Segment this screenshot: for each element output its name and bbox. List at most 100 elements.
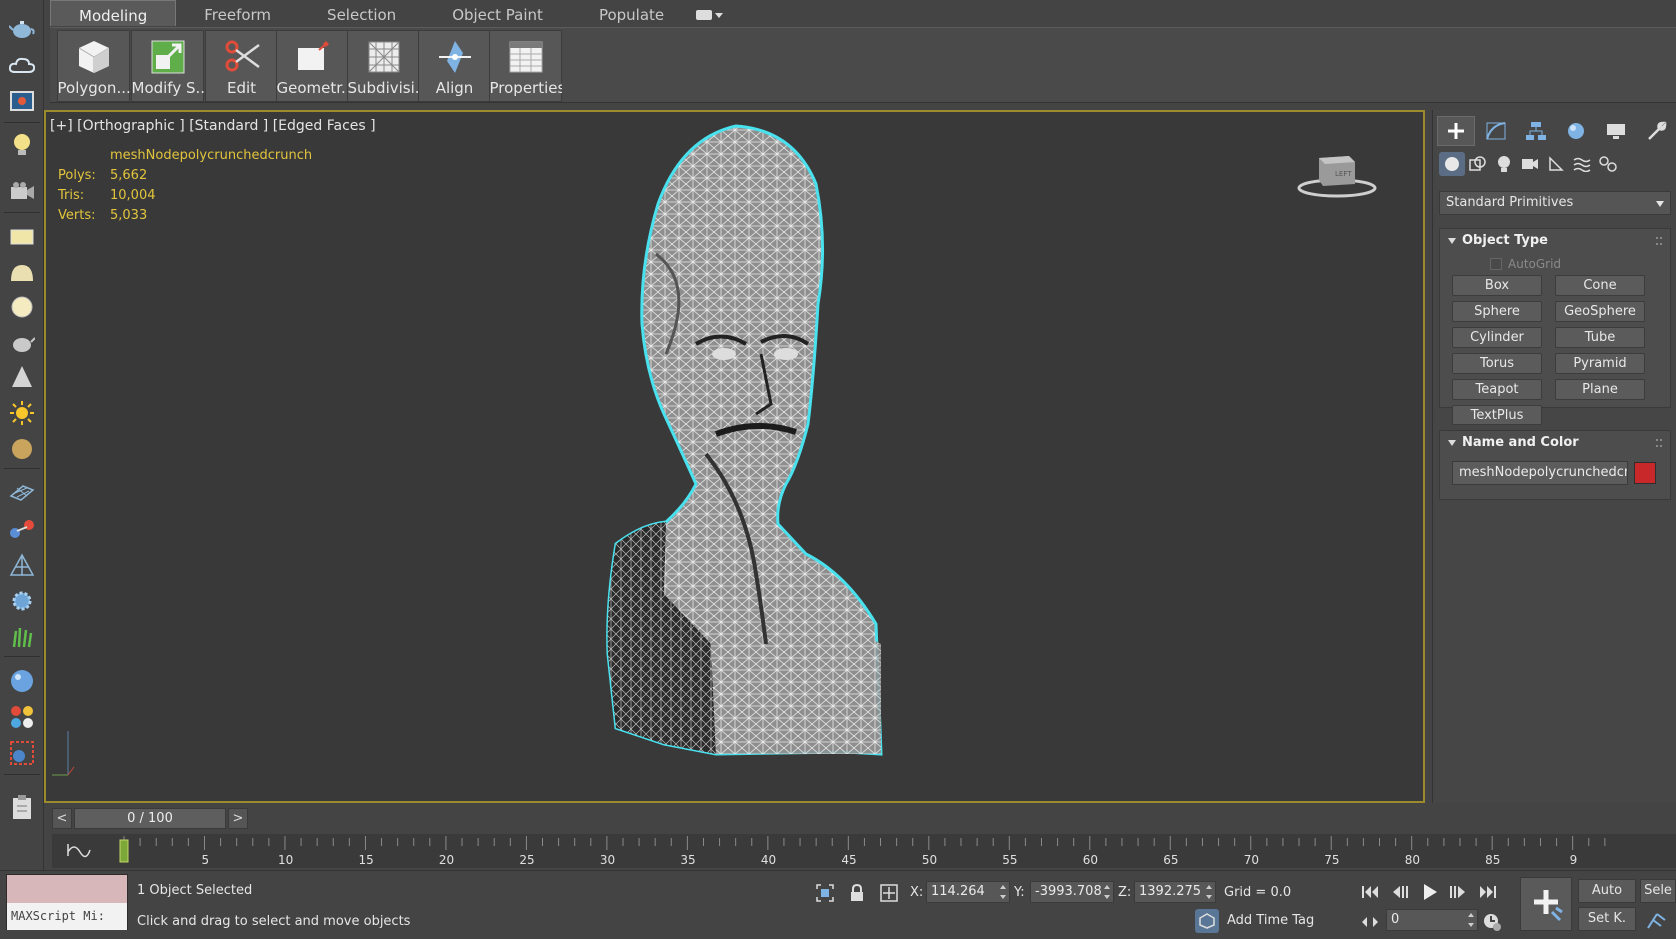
cone-button[interactable]: Cone	[1555, 275, 1645, 296]
object-name-field[interactable]: meshNodepolycrunchedcrunch	[1452, 461, 1628, 485]
current-frame-field[interactable]: 0	[1386, 909, 1478, 931]
cloud-icon[interactable]	[7, 50, 37, 80]
tube-button[interactable]: Tube	[1555, 327, 1645, 348]
time-tag-icon[interactable]	[1195, 909, 1219, 933]
go-to-end-icon[interactable]	[1476, 881, 1500, 903]
box-button[interactable]: Box	[1452, 275, 1542, 296]
drag-grip-icon[interactable]	[1656, 237, 1662, 245]
tab-modeling[interactable]: Modeling	[50, 0, 177, 26]
teapot-primitive-icon[interactable]	[7, 328, 37, 358]
category-dropdown[interactable]: Standard Primitives	[1439, 191, 1671, 215]
trackbar-ruler[interactable]: 5 10 15 20 25 30 35 40 45 50 55 60 65 70 75 80 85 9	[118, 834, 1676, 868]
tab-populate[interactable]: Populate	[571, 0, 692, 26]
display-tab-icon[interactable]	[1597, 116, 1635, 146]
render-region-icon[interactable]	[7, 738, 37, 768]
grid-mesh-icon[interactable]	[7, 478, 37, 508]
sphere-primitive-icon[interactable]	[7, 292, 37, 322]
light-bulb-icon[interactable]	[7, 130, 37, 160]
plane-primitive-icon[interactable]	[7, 222, 37, 252]
utilities-tab-icon[interactable]	[1637, 116, 1675, 146]
x-spinner-icon[interactable]	[1000, 885, 1006, 899]
previous-frame-icon[interactable]	[1388, 881, 1412, 903]
frame-spinner-icon[interactable]	[1468, 913, 1474, 927]
add-time-tag[interactable]: Add Time Tag	[1227, 913, 1314, 928]
absolute-mode-icon[interactable]	[878, 882, 900, 904]
edit-button[interactable]: Edit	[205, 30, 278, 102]
multi-material-icon[interactable]	[7, 702, 37, 732]
shapes-category-icon[interactable]	[1465, 152, 1491, 176]
sun-icon[interactable]	[7, 398, 37, 428]
y-spinner-icon[interactable]	[1104, 885, 1110, 899]
cone-primitive-icon[interactable]	[7, 362, 37, 392]
material-sphere-icon[interactable]	[7, 434, 37, 464]
systems-category-icon[interactable]	[1595, 152, 1621, 176]
modify-tab-icon[interactable]	[1477, 116, 1515, 146]
grass-icon[interactable]	[7, 622, 37, 652]
geometry-category-icon[interactable]	[1439, 152, 1465, 176]
plane-button[interactable]: Plane	[1555, 379, 1645, 400]
render-frame-icon[interactable]	[7, 86, 37, 116]
viewcube[interactable]: LEFT	[1295, 150, 1379, 198]
maxscript-output[interactable]	[7, 875, 127, 903]
maxscript-input[interactable]: MAXScript Mi:	[7, 903, 127, 930]
pyramid-button[interactable]: Pyramid	[1555, 353, 1645, 374]
hemisphere-icon[interactable]	[7, 258, 37, 288]
gear-icon[interactable]	[7, 586, 37, 616]
ribbon-options-dropdown[interactable]	[696, 4, 726, 26]
properties-button[interactable]: Properties	[489, 30, 562, 102]
trackbar[interactable]: 5 10 15 20 25 30 35 40 45 50 55 60 65 70 75 80 85 9	[52, 834, 1676, 868]
subdivision-button[interactable]: Subdivisi...	[347, 30, 420, 102]
auto-key-button[interactable]: Auto	[1578, 879, 1636, 903]
next-frame-icon[interactable]	[1446, 881, 1470, 903]
z-coordinate-field[interactable]: 1392.275	[1134, 881, 1216, 903]
cylinder-button[interactable]: Cylinder	[1452, 327, 1542, 348]
torus-button[interactable]: Torus	[1452, 353, 1542, 374]
create-tab-icon[interactable]	[1437, 116, 1475, 146]
play-icon[interactable]	[1418, 881, 1442, 903]
align-button[interactable]: Align	[418, 30, 491, 102]
autogrid-checkbox[interactable]: AutoGrid	[1490, 257, 1561, 271]
space-warps-category-icon[interactable]	[1569, 152, 1595, 176]
z-spinner-icon[interactable]	[1206, 885, 1212, 899]
set-key-button[interactable]: Set K.	[1578, 907, 1636, 931]
drag-grip-icon[interactable]	[1656, 439, 1662, 447]
object-color-swatch[interactable]	[1634, 462, 1656, 484]
time-slider-prev[interactable]: <	[52, 808, 72, 829]
lights-category-icon[interactable]	[1491, 152, 1517, 176]
modify-selection-button[interactable]: Modify S...	[131, 30, 204, 102]
viewport-orthographic[interactable]: [+] [Orthographic ] [Standard ] [Edged F…	[44, 110, 1425, 803]
blue-sphere-icon[interactable]	[7, 666, 37, 696]
set-key-big-button[interactable]	[1520, 877, 1572, 931]
key-filters-icon[interactable]	[1644, 909, 1668, 931]
tab-selection[interactable]: Selection	[299, 0, 424, 26]
time-configuration-icon[interactable]	[1480, 911, 1504, 933]
clipboard-icon[interactable]	[7, 792, 37, 822]
sphere-button[interactable]: Sphere	[1452, 301, 1542, 322]
geosphere-button[interactable]: GeoSphere	[1555, 301, 1645, 322]
camera-icon[interactable]	[7, 176, 37, 206]
textplus-button[interactable]: TextPlus	[1452, 405, 1542, 425]
link-dumbbell-icon[interactable]	[7, 514, 37, 544]
key-mode-toggle-icon[interactable]	[1358, 911, 1382, 933]
name-color-header[interactable]: Name and Color	[1440, 431, 1670, 455]
hierarchy-tab-icon[interactable]	[1517, 116, 1555, 146]
isolate-selection-icon[interactable]	[814, 882, 836, 904]
tab-object-paint[interactable]: Object Paint	[424, 0, 571, 26]
helpers-category-icon[interactable]	[1543, 152, 1569, 176]
bust-mesh-model[interactable]	[546, 124, 936, 803]
object-type-header[interactable]: Object Type	[1440, 229, 1670, 253]
teapot-render-icon[interactable]	[7, 14, 37, 44]
curve-editor-icon[interactable]	[66, 842, 92, 858]
cameras-category-icon[interactable]	[1517, 152, 1543, 176]
motion-tab-icon[interactable]	[1557, 116, 1595, 146]
geometry-button[interactable]: Geometr...	[276, 30, 349, 102]
hierarchy-icon[interactable]	[7, 550, 37, 580]
tab-freeform[interactable]: Freeform	[176, 0, 299, 26]
time-slider-next[interactable]: >	[228, 808, 248, 829]
x-coordinate-field[interactable]: 114.264	[926, 881, 1010, 903]
time-slider-thumb[interactable]: 0 / 100	[74, 808, 226, 829]
y-coordinate-field[interactable]: -3993.708	[1030, 881, 1114, 903]
polygon-modeling-button[interactable]: Polygon...	[57, 30, 130, 102]
maxscript-listener[interactable]: MAXScript Mi:	[6, 874, 128, 930]
go-to-start-icon[interactable]	[1358, 881, 1382, 903]
